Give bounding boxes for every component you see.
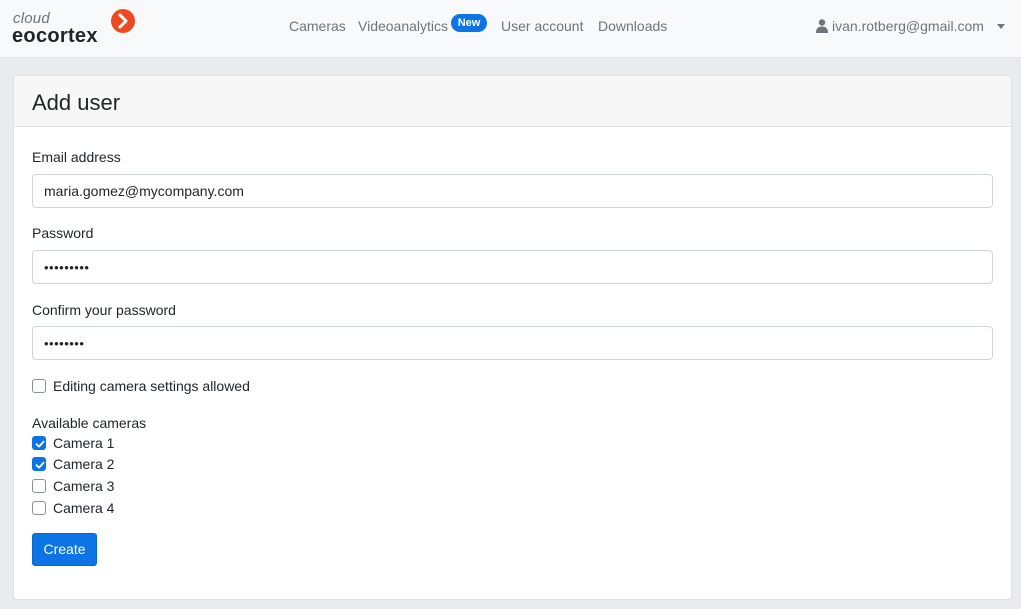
nav-videoanalytics[interactable]: Videoanalytics bbox=[358, 18, 448, 34]
confirm-password-field[interactable] bbox=[32, 326, 993, 360]
page-title: Add user bbox=[32, 90, 121, 115]
add-user-card: Add user Email address Password ••••••••… bbox=[13, 75, 1012, 600]
user-email: ivan.rotberg@gmail.com bbox=[832, 18, 984, 34]
camera-3-checkbox[interactable] bbox=[32, 479, 46, 493]
nav-downloads[interactable]: Downloads bbox=[598, 18, 667, 34]
user-icon bbox=[816, 19, 828, 36]
chevron-right-icon bbox=[111, 9, 135, 33]
brand-logo[interactable]: cloud eocortex bbox=[12, 9, 136, 49]
caret-down-icon bbox=[997, 24, 1005, 29]
editing-allowed-label[interactable]: Editing camera settings allowed bbox=[53, 378, 250, 394]
available-cameras-label: Available cameras bbox=[32, 415, 147, 431]
nav-user-account[interactable]: User account bbox=[501, 18, 583, 34]
nav-cameras[interactable]: Cameras bbox=[289, 18, 346, 34]
password-masked-value: ••••••••• bbox=[44, 260, 90, 275]
camera-3-label[interactable]: Camera 3 bbox=[53, 478, 114, 494]
camera-4-label[interactable]: Camera 4 bbox=[53, 500, 114, 516]
email-label: Email address bbox=[32, 149, 121, 165]
camera-2-checkbox[interactable] bbox=[32, 457, 46, 471]
card-header: Add user bbox=[14, 76, 1011, 127]
password-label: Password bbox=[32, 225, 94, 241]
confirm-password-label: Confirm your password bbox=[32, 302, 176, 318]
camera-1-checkbox[interactable] bbox=[32, 436, 46, 450]
create-button[interactable]: Create bbox=[32, 533, 97, 566]
checkmark-icon bbox=[35, 461, 45, 469]
confirm-password-masked-value: •••••••• bbox=[44, 336, 85, 351]
brand-name: eocortex bbox=[12, 25, 98, 47]
camera-4-checkbox[interactable] bbox=[32, 501, 46, 515]
new-badge: New bbox=[451, 14, 487, 32]
top-navbar: cloud eocortex Cameras Videoanalytics Ne… bbox=[0, 0, 1021, 58]
camera-1-label[interactable]: Camera 1 bbox=[53, 435, 114, 451]
editing-allowed-checkbox[interactable] bbox=[32, 379, 46, 393]
checkmark-icon bbox=[35, 440, 45, 448]
camera-2-label[interactable]: Camera 2 bbox=[53, 456, 114, 472]
email-field[interactable] bbox=[32, 174, 993, 208]
password-field[interactable] bbox=[32, 250, 993, 284]
